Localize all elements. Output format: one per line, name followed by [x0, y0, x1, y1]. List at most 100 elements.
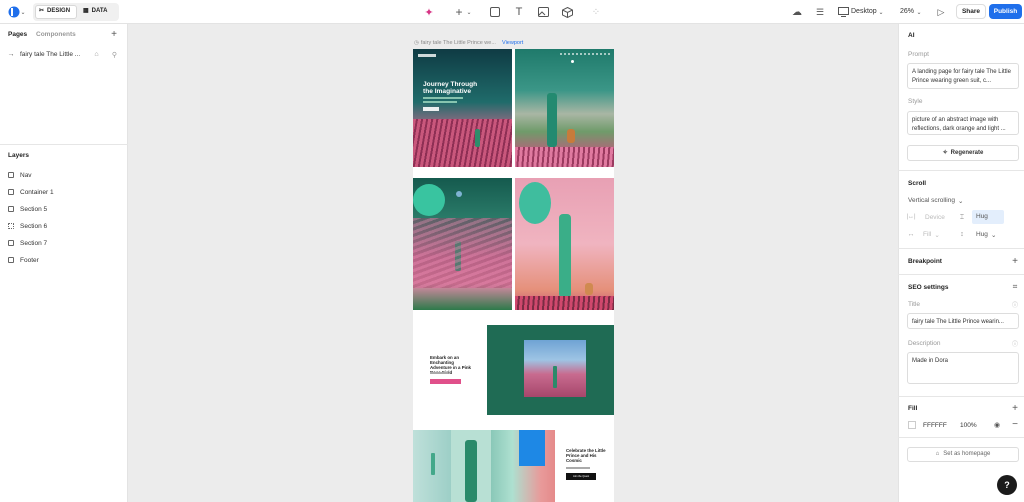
hero-image-right[interactable]: [515, 49, 614, 167]
add-icon[interactable]: +: [452, 5, 466, 19]
image-icon[interactable]: [537, 6, 549, 18]
seo-title-field[interactable]: fairy tale The Little Prince wearin...: [907, 313, 1019, 329]
ai-sparkle-icon[interactable]: ✦: [422, 5, 436, 19]
green-balloon: [519, 182, 551, 224]
vertical-resize-icon: ↕: [960, 231, 964, 238]
hero-button[interactable]: [423, 107, 439, 111]
frame-label[interactable]: ◷ fairy tale The Little Prince we...: [414, 40, 496, 46]
layer-item[interactable]: Section 5: [8, 204, 47, 214]
style-label: Style: [908, 98, 923, 105]
device-width-field[interactable]: Device: [925, 214, 945, 221]
device-select[interactable]: Desktop: [851, 8, 877, 15]
grid-icon: [8, 223, 14, 229]
hero-subtext-line: [423, 97, 463, 99]
layers-title: Layers: [8, 152, 29, 159]
fill-swatch[interactable]: [908, 421, 916, 429]
fill-width-select[interactable]: Fill ⌄: [923, 231, 940, 239]
monitor-icon[interactable]: [837, 6, 849, 18]
prompt-field[interactable]: A landing page for fairy tale The Little…: [907, 63, 1019, 89]
layer-item[interactable]: Section 6: [8, 221, 47, 231]
description-label: Description: [908, 340, 941, 347]
home-icon[interactable]: ⌂: [92, 50, 101, 59]
fox-figure: [567, 129, 575, 143]
cube-icon[interactable]: [561, 6, 573, 18]
frame-icon: [8, 189, 14, 195]
frame-icon: [8, 172, 14, 178]
celebrate-button[interactable]: Join the Quest: [566, 473, 596, 480]
breakpoint-title: Breakpoint: [908, 258, 942, 265]
frame-icon: [8, 206, 14, 212]
viewport-label[interactable]: Viewport: [502, 40, 523, 46]
fill-opacity[interactable]: 100%: [960, 422, 977, 429]
arrow-right-icon: →: [7, 50, 15, 58]
chevron-down-icon: ⌄: [990, 232, 997, 239]
style-field[interactable]: picture of an abstract image with reflec…: [907, 111, 1019, 135]
add-page-icon[interactable]: +: [109, 29, 119, 40]
description-field[interactable]: Made in Dora: [907, 352, 1019, 384]
divider: [898, 437, 1024, 438]
link-icon[interactable]: ⚲: [110, 50, 119, 59]
add-breakpoint-icon[interactable]: +: [1010, 256, 1020, 267]
hero-title: Journey Through the Imaginative: [423, 81, 478, 95]
celebrate-text: Celebrate the Little Prince and His Cosm…: [566, 448, 606, 463]
help-button[interactable]: ?: [997, 475, 1017, 495]
dora-logo-icon[interactable]: [8, 6, 20, 18]
layout-icon[interactable]: ☰: [814, 6, 826, 18]
tab-components[interactable]: Components: [36, 31, 76, 38]
layer-item[interactable]: Footer: [8, 255, 39, 265]
gallery-image-right[interactable]: [515, 178, 614, 310]
divider: [898, 274, 1024, 275]
chevron-down-icon[interactable]: ⌄: [20, 8, 26, 16]
design-tab[interactable]: ✂ DESIGN: [39, 7, 70, 15]
celebrate-subtext: [566, 467, 590, 469]
celebrate-image[interactable]: [413, 430, 555, 502]
rose-field: [413, 218, 512, 288]
seo-title: SEO settings: [908, 284, 949, 291]
sparkle-icon: ✧: [942, 149, 948, 156]
fill-title: Fill: [908, 405, 918, 412]
rose-field: [515, 296, 614, 310]
chevron-down-icon[interactable]: ⌄: [878, 7, 884, 17]
zoom-level[interactable]: 26%: [900, 8, 914, 15]
hug-vertical-select[interactable]: Hug ⌄: [976, 231, 996, 239]
embark-photo: [524, 340, 586, 397]
cloud-check-icon[interactable]: ☁: [790, 6, 804, 18]
share-button[interactable]: Share: [956, 4, 986, 19]
text-icon[interactable]: T: [513, 5, 525, 19]
publish-button[interactable]: Publish: [989, 4, 1022, 19]
prompt-label: Prompt: [908, 51, 929, 58]
layer-item[interactable]: Container 1: [8, 187, 54, 197]
divider: [898, 170, 1024, 171]
frame-icon: [8, 257, 14, 263]
chevron-down-icon[interactable]: ⌄: [916, 7, 922, 17]
fill-hex[interactable]: FFFFFF: [923, 422, 947, 429]
embark-button[interactable]: [430, 379, 461, 384]
prince-figure: [553, 366, 557, 388]
page-item[interactable]: fairy tale The Little ...: [20, 51, 80, 58]
prince-figure: [559, 214, 571, 298]
seo-title-label: Title: [908, 301, 921, 308]
add-fill-icon[interactable]: +: [1010, 403, 1020, 414]
set-homepage-button[interactable]: ⌂ Set as homepage: [907, 447, 1019, 462]
layer-item[interactable]: Nav: [8, 170, 32, 180]
tab-pages[interactable]: Pages: [8, 31, 27, 38]
height-icon: ⌶: [959, 213, 965, 221]
eye-icon[interactable]: ◉: [992, 421, 1002, 429]
remove-fill-icon[interactable]: −: [1010, 419, 1020, 430]
chevron-down-icon[interactable]: ⌄: [466, 7, 472, 17]
seo-scan-icon[interactable]: ⌗: [1010, 282, 1020, 292]
embark-frame[interactable]: [487, 325, 614, 415]
scroll-select[interactable]: Vertical scrolling ⌄: [908, 197, 963, 205]
rose-field: [413, 119, 512, 167]
info-icon: ⓘ: [1011, 341, 1018, 348]
hug-height-field[interactable]: Hug: [972, 210, 1004, 224]
frame-icon[interactable]: [489, 6, 501, 18]
layer-item[interactable]: Section 7: [8, 238, 47, 248]
play-preview-icon[interactable]: ▷: [935, 6, 947, 18]
planet-small: [456, 191, 462, 197]
regenerate-button[interactable]: ✧ Regenerate: [907, 145, 1019, 161]
components-icon[interactable]: ⁘: [590, 6, 602, 18]
gallery-image-left[interactable]: [413, 178, 512, 310]
chevron-down-icon: ⌄: [934, 232, 940, 239]
data-tab[interactable]: ▦ DATA: [83, 7, 107, 15]
